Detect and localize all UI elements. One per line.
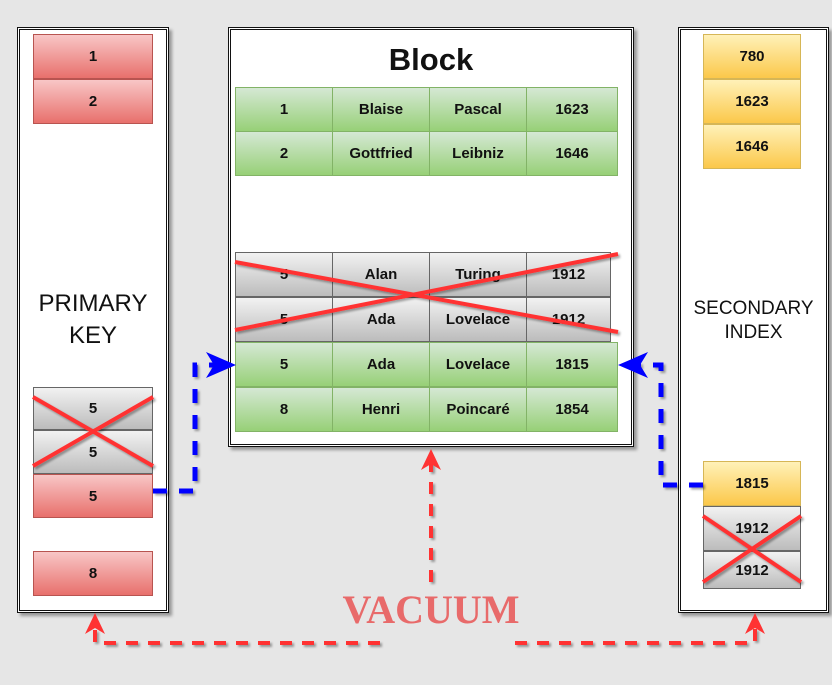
si-pointer-arrowhead [618,352,648,378]
pointer-arrows [153,362,703,494]
deleted-crosses [32,252,803,584]
vacuum-pk-line [93,626,380,645]
vacuum-si-line [515,626,757,645]
vacuum-arrows [93,462,757,645]
si-pointer-line [632,362,703,488]
overlay [32,252,803,645]
diagram: PRIMARY KEY SECONDARY INDEX Block 125558… [0,0,832,685]
cross-line [234,260,619,334]
cross-line [234,252,619,332]
pk-pointer-line [153,362,222,494]
